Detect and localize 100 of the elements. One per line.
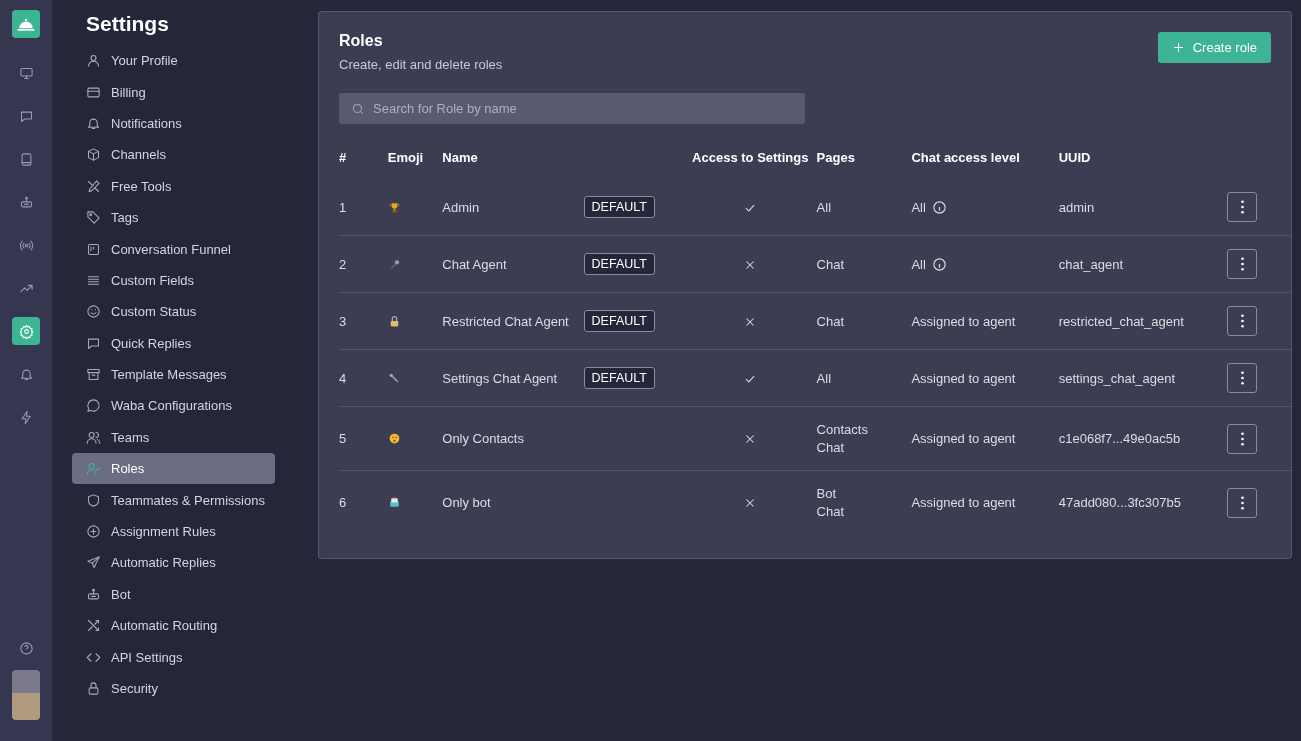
more-options-button[interactable] — [1227, 487, 1258, 518]
cube-icon — [86, 147, 101, 163]
sidebar-item[interactable]: Custom Fields — [72, 264, 275, 297]
smiley-icon — [86, 304, 101, 320]
sidebar-item[interactable]: Notifications — [72, 107, 275, 140]
table-cell: All — [911, 256, 926, 272]
default-badge: DEFAULT — [583, 196, 655, 218]
vertical-dots-icon — [1241, 495, 1244, 510]
column-header: Access to Settings — [683, 142, 817, 179]
settings-icon — [18, 323, 34, 339]
search-field[interactable]: Search for Role by name — [339, 93, 805, 124]
sidebar-item[interactable]: Assignment Rules — [72, 515, 275, 548]
trophy-icon — [387, 200, 401, 214]
archive-icon — [86, 367, 101, 383]
table-cell-text: Bot — [816, 486, 838, 501]
robot-icon — [86, 586, 101, 602]
chat-icon — [86, 335, 101, 351]
column-header: Pages — [816, 149, 856, 167]
bell-icon — [86, 115, 101, 131]
sidebar-item[interactable]: Custom Status — [72, 296, 275, 328]
column-header: Name — [442, 149, 479, 167]
vertical-dots-icon — [1241, 431, 1244, 446]
table-cell: admin — [1058, 199, 1095, 215]
plus-circle-icon — [86, 524, 101, 540]
table-cell: Assigned to agent — [911, 495, 1016, 510]
sidebar-item[interactable]: Teammates & Permissions — [72, 484, 275, 516]
column-header: # — [339, 142, 388, 179]
more-options-button[interactable] — [1227, 249, 1258, 279]
table-cell-text: All — [816, 370, 833, 386]
table-cell: All — [911, 199, 926, 215]
sidebar-item[interactable]: Channels — [72, 139, 275, 171]
table-cell: Only bot — [442, 495, 491, 510]
column-header: Emoji — [387, 149, 425, 167]
table-cell: 2 — [339, 256, 347, 272]
lock-icon — [86, 681, 101, 696]
table-cell: Assigned to agent — [911, 313, 1016, 329]
shuffle-icon — [86, 618, 101, 634]
monitor-icon — [18, 65, 34, 81]
sidebar-item[interactable]: Waba Configurations — [72, 390, 275, 422]
send-icon — [86, 555, 101, 571]
rail-nav-button[interactable] — [12, 317, 40, 345]
more-options-button[interactable] — [1227, 306, 1258, 336]
sidebar-item[interactable]: Automatic Routing — [72, 610, 275, 642]
table-cell-text: Contacts — [816, 422, 869, 437]
robot-icon — [18, 194, 34, 210]
default-badge: DEFAULT — [583, 253, 655, 275]
sidebar-item[interactable]: Your Profile — [72, 45, 275, 77]
table-cell-text: Chat — [816, 256, 846, 272]
table-cell: settings_chat_agent — [1058, 370, 1176, 386]
sidebar-item[interactable]: Security — [72, 672, 275, 705]
default-badge: DEFAULT — [583, 367, 655, 389]
table-cell: 1 — [339, 199, 347, 215]
table-cell: 6 — [339, 495, 347, 510]
vertical-dots-icon — [1241, 314, 1244, 328]
vertical-dots-icon — [1241, 257, 1244, 271]
sidebar-item[interactable]: Template Messages — [72, 358, 275, 391]
table-cell: Settings Chat Agent — [442, 370, 558, 386]
sidebar-item[interactable]: Quick Replies — [72, 327, 275, 359]
table-cell: 4 — [339, 370, 347, 386]
users-icon — [86, 429, 101, 445]
table-cell-text: All — [816, 199, 833, 215]
default-badge: DEFAULT — [583, 310, 655, 332]
table-cell: c1e068f7...49e0ac5b — [1058, 431, 1181, 446]
chat-icon — [18, 108, 34, 124]
info-icon[interactable] — [931, 256, 947, 272]
more-options-button[interactable] — [1227, 192, 1258, 222]
sidebar-item[interactable]: Teams — [72, 421, 275, 454]
sidebar-item[interactable]: Bot — [72, 578, 275, 611]
more-options-button[interactable] — [1227, 363, 1258, 393]
table-cell: Restricted Chat Agent — [442, 313, 569, 329]
table-cell: 5 — [339, 431, 347, 446]
column-header: UUID — [1058, 149, 1092, 167]
robot-icon — [387, 496, 401, 509]
book-icon — [18, 151, 34, 167]
face-icon — [387, 432, 401, 445]
table-cell: Only Contacts — [442, 431, 524, 446]
table-cell-text: Chat — [816, 313, 846, 329]
sidebar-item[interactable]: Free Tools — [72, 170, 275, 202]
sidebar-item[interactable]: Roles — [72, 453, 275, 485]
sidebar-item[interactable]: API Settings — [72, 641, 275, 673]
sidebar-item[interactable]: Automatic Replies — [72, 547, 275, 579]
sidebar-item[interactable]: Billing — [72, 76, 275, 108]
info-icon[interactable] — [931, 199, 947, 215]
table-cell-text: Chat — [816, 504, 846, 519]
board-icon — [86, 241, 101, 257]
credit-card-icon — [86, 84, 101, 100]
chat-bubble-icon — [86, 398, 101, 414]
tools-icon — [86, 178, 101, 194]
sidebar-item[interactable]: Conversation Funnel — [72, 233, 275, 265]
table-cell: 47add080...3fc307b5 — [1058, 495, 1181, 510]
more-options-button[interactable] — [1227, 423, 1258, 454]
table-cell-text: Chat — [816, 440, 846, 455]
logo-icon[interactable] — [12, 10, 40, 38]
sidebar-item[interactable]: Tags — [72, 201, 275, 234]
table-cell: restricted_chat_agent — [1058, 313, 1184, 329]
vertical-dots-icon — [1241, 371, 1244, 385]
table-cell: 3 — [339, 313, 347, 329]
plus-icon — [1171, 41, 1185, 54]
help-icon[interactable] — [18, 641, 34, 656]
wrench-icon — [387, 371, 401, 385]
